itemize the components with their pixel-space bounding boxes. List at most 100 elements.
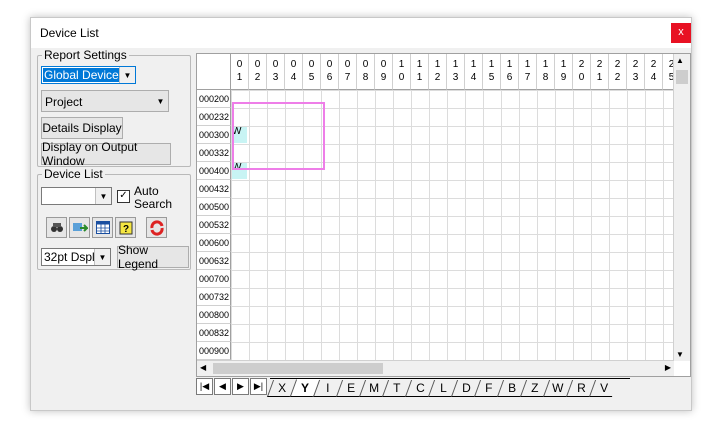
tab-label: I <box>326 381 330 395</box>
grid-line <box>447 90 448 361</box>
column-header: 1 7 <box>519 54 537 90</box>
column-header: 1 1 <box>411 54 429 90</box>
column-header: 0 8 <box>357 54 375 90</box>
row-header: 000700 <box>197 270 231 288</box>
column-header: 0 7 <box>339 54 357 90</box>
column-header: 1 5 <box>483 54 501 90</box>
grid-line <box>231 234 674 235</box>
grid-line <box>231 342 674 343</box>
display-on-output-window-button[interactable]: Display on Output Window <box>41 140 171 168</box>
title-bar: Device List x <box>31 18 691 48</box>
tab-label: M <box>369 381 380 395</box>
grid-line <box>465 90 466 361</box>
table-icon[interactable] <box>92 217 113 238</box>
grid-line <box>231 252 674 253</box>
column-header: 2 0 <box>573 54 591 90</box>
grid-line <box>627 90 628 361</box>
grid-line <box>483 90 484 361</box>
svg-text:?: ? <box>122 224 128 235</box>
scroll-right-icon[interactable]: ▶ <box>665 363 671 372</box>
tab-v[interactable]: V <box>588 380 619 397</box>
row-header: 000232 <box>197 108 231 126</box>
row-header: 000500 <box>197 198 231 216</box>
row-header: 000200 <box>197 90 231 108</box>
row-header: 000732 <box>197 288 231 306</box>
project-select[interactable]: Project ▼ <box>41 90 169 112</box>
grid-line <box>537 90 538 361</box>
column-header: 1 4 <box>465 54 483 90</box>
row-header: 000532 <box>197 216 231 234</box>
grid-line <box>231 216 674 217</box>
grid-line <box>339 90 340 361</box>
tab-label: L <box>439 381 447 395</box>
grid-line <box>375 90 376 361</box>
tab-label: D <box>461 381 471 395</box>
row-header: 000800 <box>197 306 231 324</box>
column-header: 1 2 <box>429 54 447 90</box>
first-tab-icon[interactable]: |◀ <box>196 378 213 395</box>
details-display-button[interactable]: Details Display <box>41 117 123 139</box>
device-filter-select[interactable]: ▼ <box>41 187 112 205</box>
grid-line <box>231 180 674 181</box>
grid-line <box>231 270 674 271</box>
tab-label: Z <box>531 381 539 395</box>
scroll-down-icon[interactable]: ▼ <box>676 350 684 359</box>
tab-strip: XY I EMTCLDF BZWRV <box>266 378 630 397</box>
grid-line <box>231 306 674 307</box>
jump-icon[interactable] <box>69 217 90 238</box>
grid-body[interactable]: 0 10 20 30 40 50 60 70 80 91 01 11 21 31… <box>197 54 674 361</box>
row-header: 000632 <box>197 252 231 270</box>
find-icon[interactable] <box>46 217 67 238</box>
vertical-scrollbar[interactable]: ▲ ▼ <box>673 54 690 361</box>
tab-label: X <box>278 381 287 395</box>
prev-tab-icon[interactable]: ◀ <box>214 378 231 395</box>
row-header: 000300 <box>197 126 231 144</box>
scroll-up-icon[interactable]: ▲ <box>676 56 684 65</box>
chevron-down-icon: ▼ <box>156 96 165 106</box>
row-header: 000832 <box>197 324 231 342</box>
chevron-down-icon: ▼ <box>95 188 111 204</box>
vertical-scroll-thumb[interactable] <box>676 70 688 84</box>
column-header: 1 3 <box>447 54 465 90</box>
column-header: 0 5 <box>303 54 321 90</box>
row-header: 000332 <box>197 144 231 162</box>
grid-line <box>663 90 664 361</box>
grid-line <box>231 324 674 325</box>
device-type-select[interactable]: Global Device ▼ <box>41 66 136 84</box>
grid-line <box>573 90 574 361</box>
refresh-icon[interactable] <box>146 217 167 238</box>
column-header: 2 4 <box>645 54 663 90</box>
show-legend-button[interactable]: Show Legend <box>117 243 189 271</box>
close-button[interactable]: x <box>671 23 691 43</box>
grid-line <box>645 90 646 361</box>
row-header: 000600 <box>197 234 231 252</box>
horizontal-scroll-thumb[interactable] <box>213 363 383 374</box>
help-icon[interactable]: ? <box>115 217 136 238</box>
horizontal-scrollbar[interactable]: ◀ ▶ <box>197 360 674 376</box>
report-settings-legend: Report Settings <box>42 48 129 62</box>
last-tab-icon[interactable]: ▶| <box>250 378 267 395</box>
tab-label: T <box>393 381 401 395</box>
row-header: 000400 <box>197 162 231 180</box>
scroll-left-icon[interactable]: ◀ <box>200 363 206 372</box>
chevron-down-icon: ▼ <box>94 249 110 265</box>
grid-line <box>519 90 520 361</box>
project-value: Project <box>45 95 83 109</box>
device-grid[interactable]: 0 10 20 30 40 50 60 70 80 91 01 11 21 31… <box>196 53 691 377</box>
column-header: 1 0 <box>393 54 411 90</box>
column-header: 1 8 <box>537 54 555 90</box>
column-header: 0 1 <box>231 54 249 90</box>
selection-highlight <box>232 102 325 170</box>
grid-line <box>501 90 502 361</box>
display-mode-select[interactable]: 32pt Dsply ▼ <box>41 248 111 266</box>
next-tab-icon[interactable]: ▶ <box>232 378 249 395</box>
device-type-value: Global Device <box>43 68 120 82</box>
grid-line <box>609 90 610 361</box>
grid-line <box>429 90 430 361</box>
column-header: 0 2 <box>249 54 267 90</box>
column-header: 0 6 <box>321 54 339 90</box>
column-header: 2 1 <box>591 54 609 90</box>
tab-label: B <box>508 381 517 395</box>
auto-search-checkbox[interactable]: ✓ <box>117 190 130 203</box>
tab-label: R <box>576 381 586 395</box>
